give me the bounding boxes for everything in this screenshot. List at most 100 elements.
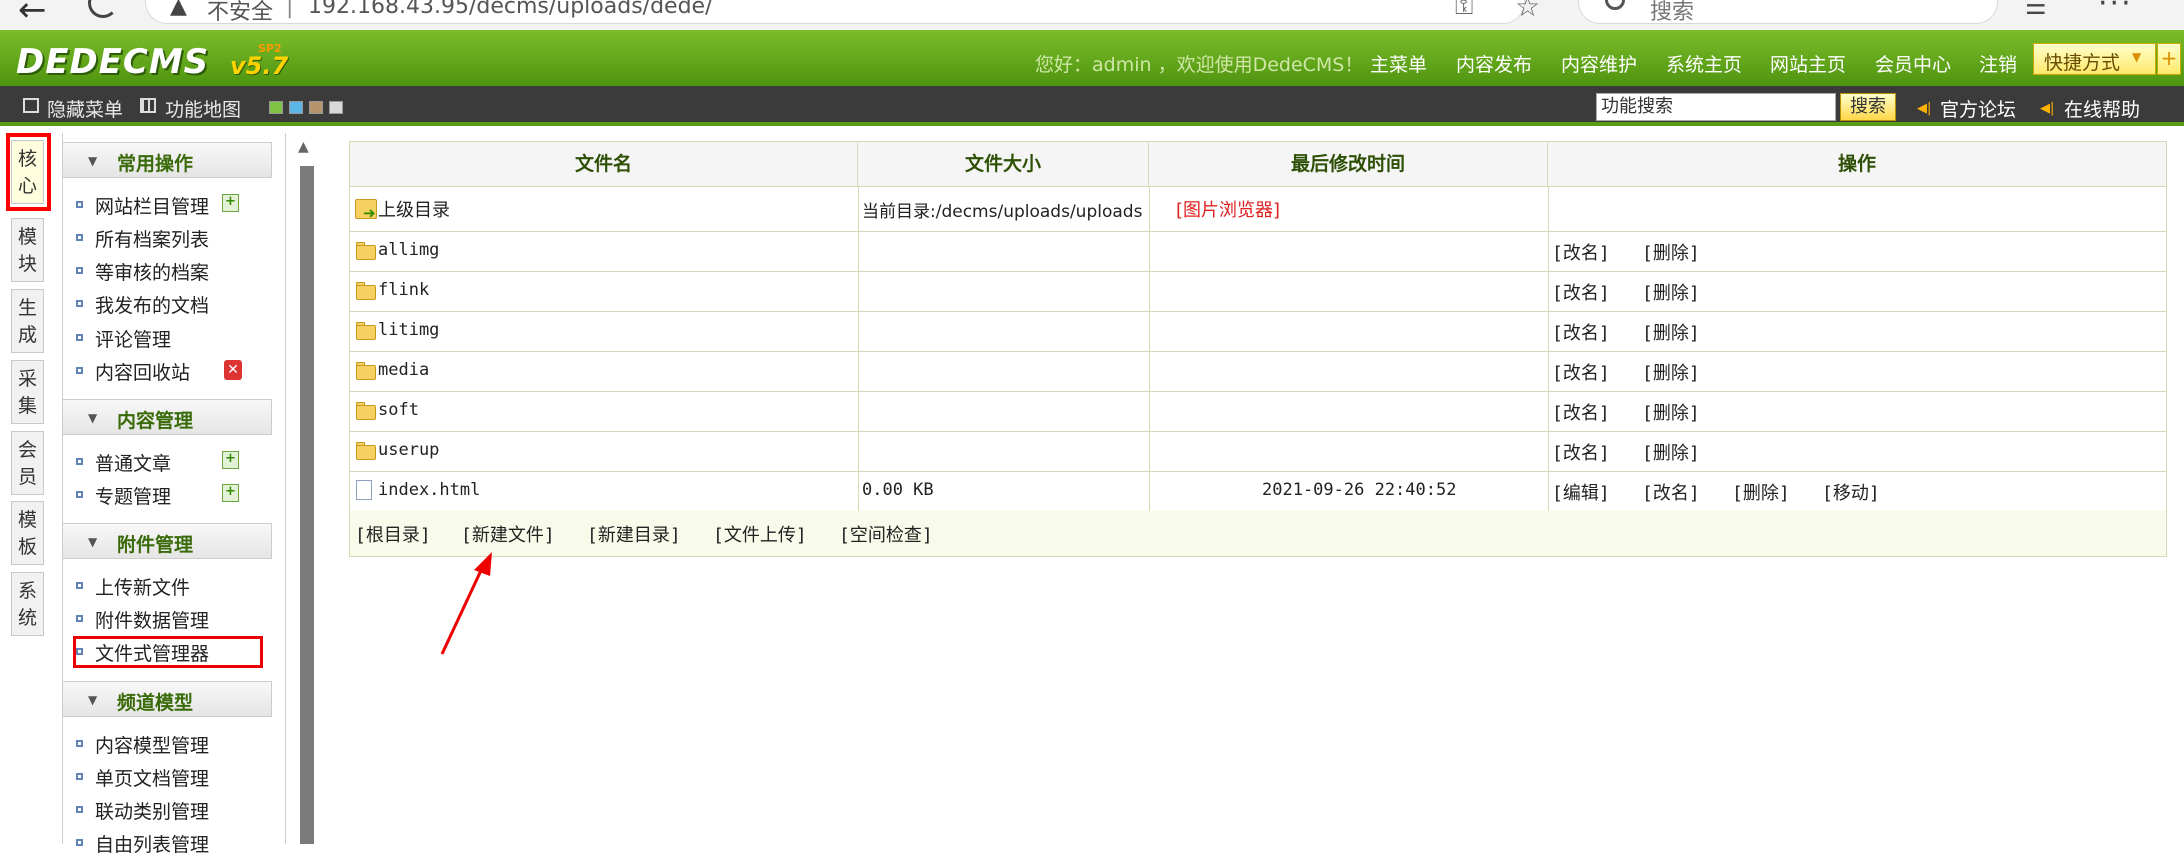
rename-link[interactable]: [改名] [1552,319,1610,345]
rename-link[interactable]: [改名] [1552,439,1610,465]
menu-item-attachment-data[interactable]: 附件数据管理 [95,606,209,633]
space-check-link[interactable]: [空间检查] [839,521,933,547]
delete-link[interactable]: [删除] [1732,479,1790,505]
scrollbar-thumb[interactable] [300,166,314,844]
menu-item-column-manage[interactable]: 网站栏目管理 [95,192,209,219]
rename-link[interactable]: [改名] [1642,479,1700,505]
browser-search-box[interactable] [1578,0,1998,24]
new-directory-link[interactable]: [新建目录] [587,521,681,547]
add-icon[interactable]: + [222,194,239,212]
image-browser-link[interactable]: [图片浏览器] [1176,196,1280,222]
add-icon[interactable]: + [222,451,239,469]
section-title: 常用操作 [117,153,194,175]
skin-swatch-green[interactable] [269,101,283,114]
delete-link[interactable]: [删除] [1642,239,1700,265]
bullet-icon [76,367,83,374]
official-forum-link[interactable]: 官方论坛 [1940,95,2016,122]
vtab-collect[interactable]: 采集 [11,360,44,424]
new-file-link[interactable]: [新建文件] [461,521,555,547]
file-modified-time: 2021-09-26 22:40:52 [1262,480,1457,500]
more-icon[interactable]: ··· [2098,0,2133,21]
add-icon[interactable]: + [222,484,239,502]
skin-swatch-gray[interactable] [329,101,343,114]
rename-link[interactable]: [改名] [1552,399,1610,425]
shield-x-icon[interactable]: ✕ [224,360,242,380]
vtab-module[interactable]: 模块 [11,218,44,282]
rename-link[interactable]: [改名] [1552,279,1610,305]
nav-member-center[interactable]: 会员中心 [1875,50,1951,77]
reading-list-icon[interactable]: ☰ [2025,0,2047,20]
nav-logout[interactable]: 注销 [1979,50,2017,77]
function-map-button[interactable]: 功能地图 [165,95,241,122]
menu-item-linkage-types[interactable]: 联动类别管理 [95,797,209,824]
menu-item-all-archives[interactable]: 所有档案列表 [95,225,209,252]
skin-swatch-blue[interactable] [289,101,303,114]
section-title: 附件管理 [117,534,194,556]
current-directory-label: 当前目录:/decms/uploads/uploads [862,202,1143,222]
favorite-star-icon[interactable]: ☆ [1515,0,1540,23]
back-arrow-icon[interactable]: ← [18,0,47,30]
file-link-index[interactable]: index.html [378,480,480,500]
scroll-up-arrow-icon[interactable]: ▲ [298,139,309,155]
delete-link[interactable]: [删除] [1642,399,1700,425]
delete-link[interactable]: [删除] [1642,279,1700,305]
rename-link[interactable]: [改名] [1552,359,1610,385]
nav-main-menu[interactable]: 主菜单 [1370,50,1427,77]
chevron-down-icon: ▼ [88,693,98,707]
table-row [350,272,2166,312]
menu-item-articles[interactable]: 普通文章 [95,449,171,476]
delete-link[interactable]: [删除] [1642,359,1700,385]
table-row [350,352,2166,392]
nav-publish[interactable]: 内容发布 [1456,50,1532,77]
vtab-template[interactable]: 模板 [11,501,44,565]
nav-site-home[interactable]: 网站主页 [1770,50,1846,77]
menu-item-pending-archives[interactable]: 等审核的档案 [95,258,209,285]
column-divider [1548,187,1549,511]
folder-icon [356,405,376,420]
folder-icon [356,365,376,380]
menu-item-content-models[interactable]: 内容模型管理 [95,731,209,758]
folder-link-litimg[interactable]: litimg [378,320,439,340]
browser-search-placeholder: 搜索 [1650,0,1695,25]
vtab-generate[interactable]: 生成 [11,289,44,353]
function-search-input[interactable]: 功能搜索 [1596,93,1836,121]
bullet-icon [76,201,83,208]
root-directory-link[interactable]: [根目录] [355,521,431,547]
function-search-button[interactable]: 搜索 [1840,93,1896,121]
warning-icon: ▲ [170,0,187,19]
folder-link-userup[interactable]: userup [378,440,439,460]
url-text[interactable]: 192.168.43.95/decms/uploads/dede/ [308,0,712,19]
menu-item-single-pages[interactable]: 单页文档管理 [95,764,209,791]
move-link[interactable]: [移动] [1822,479,1880,505]
folder-icon [356,445,376,460]
edit-link[interactable]: [编辑] [1552,479,1610,505]
menu-item-topics[interactable]: 专题管理 [95,482,171,509]
file-upload-link[interactable]: [文件上传] [713,521,807,547]
folder-link-allimg[interactable]: allimg [378,240,439,260]
delete-link[interactable]: [删除] [1642,319,1700,345]
signal-icon: ◀| [2040,101,2055,116]
section-title: 频道模型 [117,692,194,714]
folder-link-flink[interactable]: flink [378,280,429,300]
folder-link-media[interactable]: media [378,360,429,380]
nav-system-home[interactable]: 系统主页 [1666,50,1742,77]
menu-item-comments[interactable]: 评论管理 [95,325,171,352]
column-divider [1149,187,1150,511]
vtab-system[interactable]: 系统 [11,572,44,636]
rename-link[interactable]: [改名] [1552,239,1610,265]
annotation-highlight-file-manager [73,636,263,668]
nav-maintain[interactable]: 内容维护 [1561,50,1637,77]
vtab-member[interactable]: 会员 [11,431,44,495]
online-help-link[interactable]: 在线帮助 [2064,95,2140,122]
delete-link[interactable]: [删除] [1642,439,1700,465]
bullet-icon [76,300,83,307]
skin-swatch-brown[interactable] [309,101,323,114]
parent-directory-link[interactable]: 上级目录 [378,196,450,222]
hide-menu-button[interactable]: 隐藏菜单 [47,95,123,122]
menu-item-upload-file[interactable]: 上传新文件 [95,573,190,600]
key-icon[interactable]: ⚿ [1455,0,1473,20]
folder-link-soft[interactable]: soft [378,400,419,420]
quick-add-button[interactable]: + [2157,43,2181,75]
menu-item-recycle-bin[interactable]: 内容回收站 [95,358,190,385]
menu-item-my-documents[interactable]: 我发布的文档 [95,291,209,318]
